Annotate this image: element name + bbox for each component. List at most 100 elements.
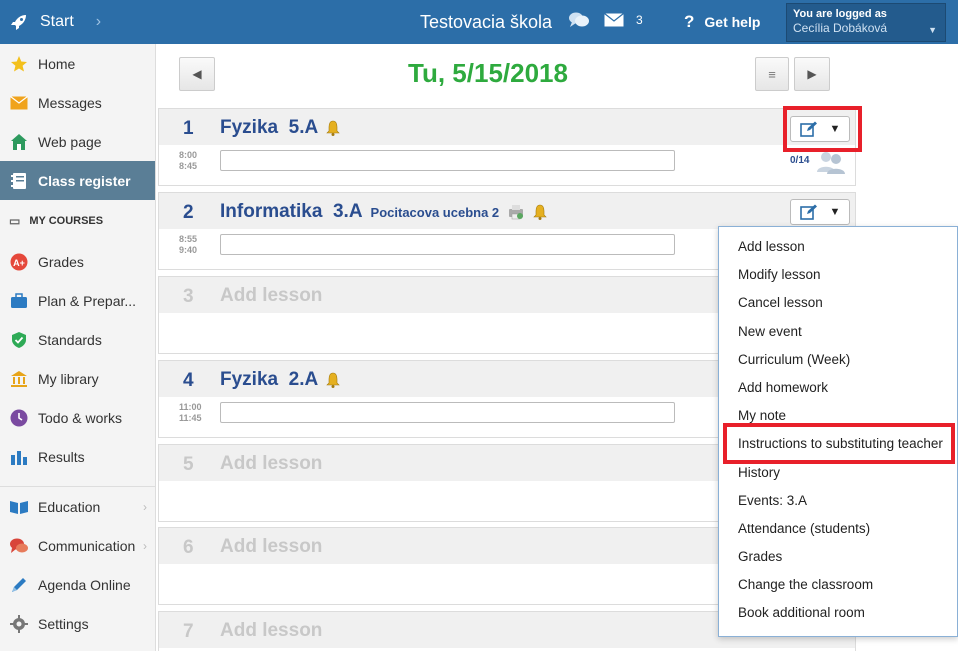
chevron-right-icon: › [143, 538, 147, 553]
add-lesson-link[interactable]: Add lesson [220, 536, 322, 558]
sidebar-item-label: My library [38, 370, 99, 387]
menu-item-modify-lesson[interactable]: Modify lesson [719, 261, 957, 289]
lesson-number: 5 [183, 454, 194, 475]
logged-in-label: You are logged as [793, 8, 887, 20]
menu-item-change-classroom[interactable]: Change the classroom [719, 571, 957, 599]
sidebar-item-my-library[interactable]: My library [0, 359, 155, 398]
sidebar-item-grades[interactable]: A+ Grades [0, 242, 155, 281]
sidebar-item-label: Education [38, 498, 101, 515]
sidebar-item-results[interactable]: Results [0, 437, 155, 476]
gear-icon [9, 614, 29, 634]
bar-chart-icon [9, 447, 29, 467]
grade-icon: A+ [9, 252, 29, 272]
printer-icon [509, 205, 524, 220]
sidebar-item-education[interactable]: Education › [0, 487, 155, 526]
menu-item-add-homework[interactable]: Add homework [719, 374, 957, 402]
school-name: Testovacia škola [420, 12, 553, 32]
lesson-number: 4 [183, 370, 194, 391]
sidebar-item-label: Plan & Prepar... [38, 292, 137, 309]
highlight-box [783, 106, 862, 152]
user-menu[interactable]: You are logged as Cecília Dobáková ▼ [786, 3, 946, 42]
shield-check-icon [9, 330, 29, 350]
menu-item-add-lesson[interactable]: Add lesson [719, 233, 957, 261]
house-icon [9, 132, 29, 152]
star-icon [9, 54, 29, 74]
rocket-icon [11, 15, 26, 30]
pen-icon [9, 575, 29, 595]
user-name: Cecília Dobáková [793, 21, 888, 35]
sidebar-item-label: Standards [38, 331, 102, 348]
messages-button[interactable]: 3 [604, 13, 643, 27]
lesson-row: 1 Fyzika 5.A 8:00 8:45 [158, 108, 856, 186]
date-title: Tu, 5/15/2018 [408, 58, 568, 88]
menu-item-book-room[interactable]: Book additional room [719, 599, 957, 627]
sidebar-item-label: Class register [38, 172, 131, 189]
sidebar-item-label: Results [38, 448, 85, 465]
sidebar-item-todo[interactable]: Todo & works [0, 398, 155, 437]
bell-icon [326, 120, 340, 136]
chevron-right-icon: › [95, 13, 102, 30]
start-button[interactable]: Start › [10, 0, 101, 44]
menu-item-attendance[interactable]: Attendance (students) [719, 515, 957, 543]
top-bar: Start › Testovacia škola 3 ? Get help Yo… [0, 0, 958, 44]
lesson-subject[interactable]: Fyzika 5.A [220, 117, 340, 139]
add-lesson-link[interactable]: Add lesson [220, 285, 322, 307]
menu-item-cancel-lesson[interactable]: Cancel lesson [719, 289, 957, 317]
sidebar-item-label: Grades [38, 253, 84, 270]
lesson-subject-label: Fyzika 2.A [220, 369, 319, 390]
sidebar-item-label: Todo & works [38, 409, 123, 426]
bell-icon [533, 204, 547, 220]
topic-input[interactable] [220, 150, 675, 171]
list-view-button[interactable]: ≡ [755, 57, 789, 91]
lesson-subject-label: Fyzika 5.A [220, 117, 319, 138]
next-day-button[interactable]: ▶ [794, 57, 830, 91]
lesson-subject[interactable]: Informatika 3.A Pocitacova ucebna 2 [220, 201, 547, 223]
sidebar-item-messages[interactable]: Messages [0, 83, 155, 122]
bell-icon [326, 372, 340, 388]
sidebar-item-home[interactable]: Home [0, 44, 155, 83]
lesson-number: 1 [183, 118, 194, 139]
help-button[interactable]: ? Get help [684, 12, 760, 32]
lesson-number: 2 [183, 202, 194, 223]
sidebar-item-class-register[interactable]: Class register [0, 161, 155, 200]
sidebar-item-settings[interactable]: Settings [0, 604, 155, 643]
sidebar-item-communication[interactable]: Communication › [0, 526, 155, 565]
envelope-icon [604, 13, 624, 27]
notebook-icon [9, 171, 29, 191]
sidebar-item-web-page[interactable]: Web page [0, 122, 155, 161]
divider [0, 476, 155, 487]
clock-icon [9, 408, 29, 428]
triangle-right-icon: ▶ [807, 67, 817, 81]
menu-item-curriculum[interactable]: Curriculum (Week) [719, 346, 957, 374]
menu-lines-icon: ≡ [768, 66, 776, 82]
sidebar-item-label: Web page [38, 133, 102, 150]
add-lesson-link[interactable]: Add lesson [220, 620, 322, 642]
chat-icon [9, 536, 29, 556]
sidebar-item-label: Home [38, 55, 76, 72]
lesson-actions-button[interactable]: ▼ [790, 199, 850, 225]
students-icon[interactable] [816, 150, 846, 174]
sidebar-item-agenda-online[interactable]: Agenda Online [0, 565, 155, 604]
sidebar-item-label: Communication [38, 537, 136, 554]
time-start: 11:00 [179, 402, 202, 412]
library-icon [9, 369, 29, 389]
menu-item-events[interactable]: Events: 3.A [719, 487, 957, 515]
time-end: 8:45 [179, 161, 198, 171]
chat-bubbles-icon[interactable] [568, 10, 590, 30]
menu-item-grades[interactable]: Grades [719, 543, 957, 571]
envelope-icon [9, 93, 29, 113]
sidebar-item-standards[interactable]: Standards [0, 320, 155, 359]
sidebar-item-plan[interactable]: Plan & Prepar... [0, 281, 155, 320]
lesson-subject[interactable]: Fyzika 2.A [220, 369, 340, 391]
time-start: 8:55 [179, 234, 198, 244]
add-lesson-link[interactable]: Add lesson [220, 453, 322, 475]
my-courses-label: MY COURSES [29, 215, 104, 227]
topic-input[interactable] [220, 234, 675, 255]
lesson-subject-label: Informatika 3.A [220, 201, 363, 222]
courses-icon: ▭ [9, 214, 21, 228]
sidebar-item-label: Messages [38, 94, 102, 111]
menu-item-new-event[interactable]: New event [719, 318, 957, 346]
topic-input[interactable] [220, 402, 675, 423]
time-end: 9:40 [179, 245, 198, 255]
sidebar-item-label: Settings [38, 615, 89, 632]
